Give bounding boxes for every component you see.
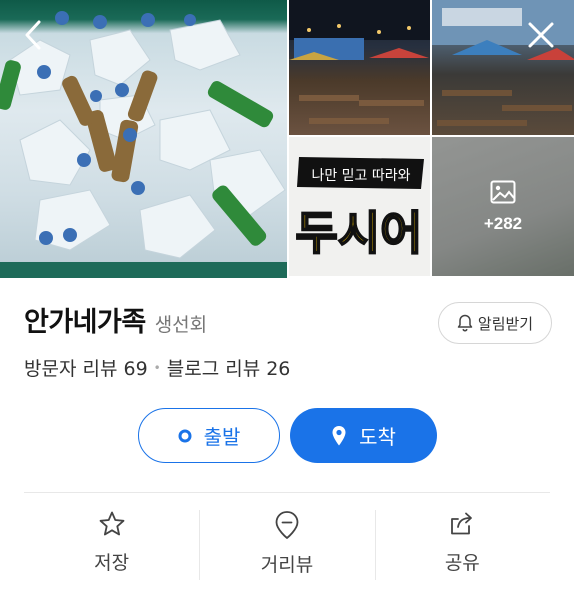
section-divider xyxy=(24,492,550,493)
visitor-reviews-link[interactable]: 방문자 리뷰 69 xyxy=(24,354,148,381)
street-view-button[interactable]: 거리뷰 xyxy=(199,510,374,580)
save-label: 저장 xyxy=(94,552,130,574)
location-pin-icon xyxy=(332,425,346,445)
review-row: 방문자 리뷰 69 • 블로그 리뷰 26 xyxy=(24,354,290,381)
sign-small-text: 나만 믿고 따라와 xyxy=(311,168,410,184)
photo-more[interactable]: +282 xyxy=(430,137,574,278)
place-name: 안가네가족 xyxy=(24,307,146,338)
cooler-rim xyxy=(0,262,287,278)
start-label: 출발 xyxy=(203,425,241,449)
street-view-icon xyxy=(275,511,299,539)
more-photos-count: +282 xyxy=(483,213,523,233)
close-button[interactable] xyxy=(520,14,562,56)
save-button[interactable]: 저장 xyxy=(24,510,199,580)
action-bar: 저장 거리뷰 공유 xyxy=(24,510,550,580)
arrive-button[interactable]: 도착 xyxy=(290,408,437,463)
share-label: 공유 xyxy=(444,552,480,574)
photo-night-patio[interactable] xyxy=(287,0,430,137)
bell-icon xyxy=(457,314,473,332)
start-button[interactable]: 출발 xyxy=(138,408,280,463)
photo-sign[interactable]: 나만 믿고 따라와 두시어 xyxy=(287,137,430,278)
photo-gallery: 나만 믿고 따라와 두시어 +282 xyxy=(0,0,574,278)
patio-image xyxy=(289,0,430,124)
sign-big-text: 두시어 xyxy=(296,206,423,260)
star-icon xyxy=(99,511,125,536)
notify-label: 알림받기 xyxy=(477,314,534,333)
arrive-label: 도착 xyxy=(359,425,396,449)
share-button[interactable]: 공유 xyxy=(374,510,550,580)
blog-reviews-link[interactable]: 블로그 리뷰 26 xyxy=(167,354,291,381)
street-view-label: 거리뷰 xyxy=(260,554,314,576)
back-button[interactable] xyxy=(12,14,54,56)
sign-image: 나만 믿고 따라와 두시어 xyxy=(295,157,424,261)
share-icon xyxy=(451,512,473,535)
close-icon xyxy=(528,22,554,48)
image-icon xyxy=(490,180,516,203)
notify-button[interactable]: 알림받기 xyxy=(438,302,552,344)
place-category: 생선회 xyxy=(154,314,208,336)
more-photos-overlay[interactable]: +282 xyxy=(432,137,574,276)
start-dot-icon xyxy=(178,429,192,442)
place-title-row: 안가네가족 생선회 xyxy=(24,300,207,339)
separator-dot: • xyxy=(153,360,161,375)
chevron-left-icon xyxy=(25,20,41,50)
